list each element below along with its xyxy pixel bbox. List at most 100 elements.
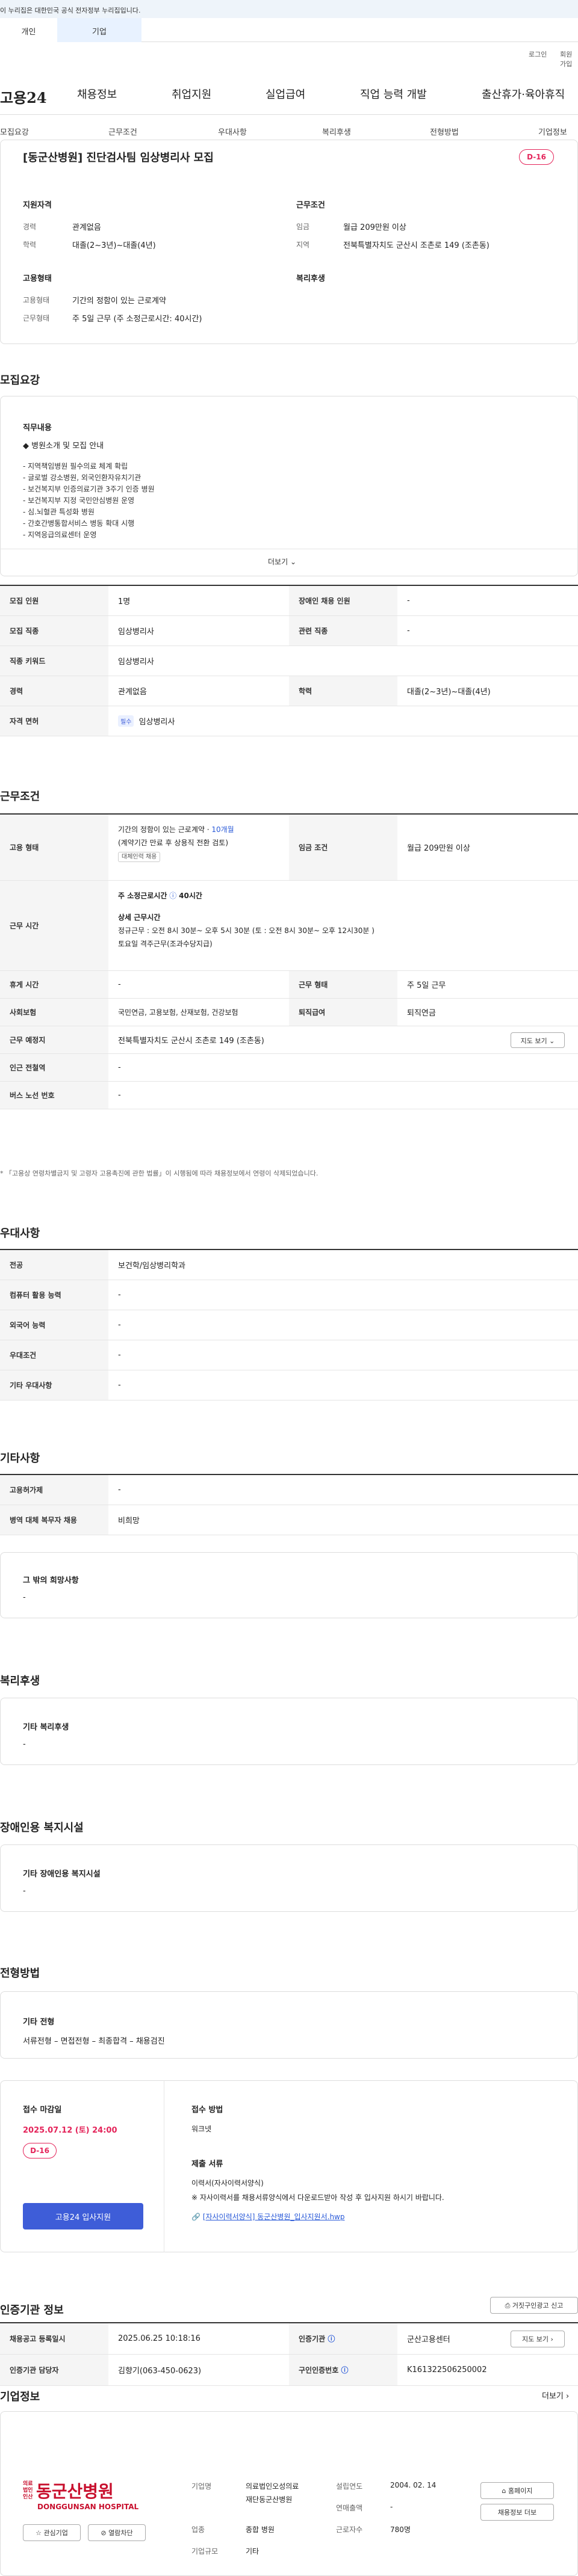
- method-value: 워크넷: [191, 2125, 212, 2133]
- th: 채용공고 등록일시: [0, 2323, 108, 2354]
- emp-note: (계약기간 만료 후 상용직 전환 검토): [118, 839, 228, 847]
- td: -: [118, 1351, 121, 1360]
- agency-title: 인증기관 정보: [0, 2304, 64, 2317]
- table-row: 고용 형태 기간의 정함이 있는 근로계약 · 10개월 (계약기간 만료 후 …: [0, 815, 578, 881]
- map-label: 지도 보기: [522, 2335, 549, 2343]
- td: 주 소정근로시간 ⓘ 40시간 상세 근무시간 정규근무 : 오전 8시 30분…: [108, 881, 578, 970]
- wage-label: 임금: [296, 223, 310, 231]
- snb-process[interactable]: 전형방법: [430, 126, 459, 137]
- agency-map-button[interactable]: 지도 보기 ›: [511, 2331, 565, 2347]
- pref-title: 우대사항: [0, 1227, 40, 1240]
- emptype-value: 기간의 정함이 있는 근로계약: [72, 297, 166, 306]
- recruit-table: 모집 인원 1명 장애인 채용 인원 - 모집 직종 임상병리사 관련 직종 -…: [0, 585, 578, 736]
- table-row: 경력 관계없음 학력 대졸(2~3년)~대졸(4년): [0, 676, 578, 706]
- required-tag: 필수: [118, 715, 134, 727]
- table-row: 인근 전철역 -: [0, 1054, 578, 1082]
- logo-prefix: 의료법인 인산: [23, 2480, 33, 2500]
- company-more-link[interactable]: 더보기 ›: [542, 2390, 569, 2401]
- site-logo[interactable]: 고용24: [0, 86, 47, 107]
- td: 관계없음: [118, 688, 147, 697]
- td: -: [118, 1063, 121, 1072]
- snb-recruit[interactable]: 모집요강: [0, 126, 29, 137]
- block-button[interactable]: ⊘ 열람차단: [88, 2524, 146, 2541]
- th: 인증기관 ⓘ: [289, 2323, 397, 2354]
- more-label: 더보기: [268, 558, 288, 566]
- docs-heading: 제출 서류: [191, 2160, 223, 2169]
- gnb-item-support[interactable]: 취업지원: [172, 86, 211, 102]
- login-link[interactable]: 로그인: [529, 49, 547, 59]
- ind-value: 종합 병원: [246, 2525, 275, 2534]
- disability-value: -: [23, 1887, 26, 1896]
- info-icon[interactable]: ⓘ: [169, 892, 176, 900]
- report-button[interactable]: ⎙ 거짓구인광고 신고: [490, 2297, 578, 2314]
- worktype-value: 주 5일 근무 (주 소정근로시간: 40시간): [72, 315, 202, 324]
- tab-corp[interactable]: 기업: [57, 18, 141, 42]
- table-row: 근무 시간 주 소정근로시간 ⓘ 40시간 상세 근무시간 정규근무 : 오전 …: [0, 881, 578, 971]
- snb-work[interactable]: 근무조건: [108, 126, 137, 137]
- emp-contract: 기간의 정함이 있는 근로계약 ·: [118, 825, 212, 834]
- user-type-tabs: 개인 기업: [0, 18, 578, 42]
- td: 1명: [118, 597, 131, 606]
- name-value2: 재단동군산병원: [246, 2495, 293, 2504]
- td: 주 5일 근무: [407, 981, 446, 990]
- td: 전북특별자치도 군산시 조촌로 149 (조촌동): [118, 1037, 264, 1046]
- snb-pref[interactable]: 우대사항: [218, 126, 247, 137]
- docs-file-link[interactable]: 🔗 [자사이력서양식] 동군산병원_입사지원서.hwp: [191, 2211, 345, 2222]
- snb-company[interactable]: 기업정보: [538, 126, 567, 137]
- name-label: 기업명: [191, 2482, 212, 2491]
- job-title: [동군산병원] 진단검사팀 임상병리사 모집: [23, 152, 214, 164]
- docs-note: ※ 자사이력서를 채용서류양식에서 다운로드받아 작성 후 입사지원 하시기 바…: [191, 2193, 444, 2202]
- block-icon: ⊘: [101, 2529, 107, 2537]
- info-icon[interactable]: ⓘ: [328, 2334, 335, 2344]
- interest-button[interactable]: ☆ 관심기업: [23, 2524, 81, 2541]
- report-label: 거짓구인광고 신고: [512, 2302, 564, 2309]
- replacement-tag: 대체인력 채용: [118, 852, 161, 862]
- th: 관련 직종: [289, 616, 397, 646]
- table-row: 컴퓨터 활용 능력 -: [0, 1280, 578, 1310]
- size-value: 기타: [246, 2547, 259, 2556]
- process-card: [0, 1991, 578, 2059]
- ind-label: 업종: [191, 2525, 205, 2534]
- logo-main: 동군산병원: [36, 2482, 114, 2501]
- print-icon: ⎙: [505, 2302, 511, 2309]
- company-logo: 의료법인 인산 동군산병원 DONGGUNSAN HOSPITAL: [23, 2479, 143, 2512]
- table-row: 인증기관 담당자 김향기(063-450-0623) 구인인증번호 ⓘ K161…: [0, 2355, 578, 2386]
- snb-welfare[interactable]: 복리후생: [322, 126, 351, 137]
- wage-value: 월급 209만원 이상: [343, 223, 406, 232]
- info-icon[interactable]: ⓘ: [341, 2365, 348, 2375]
- td: -: [118, 1381, 121, 1390]
- map-button[interactable]: 지도 보기 ⌄: [511, 1032, 565, 1048]
- gnb-item-jobs[interactable]: 채용정보: [77, 86, 117, 102]
- weekly-hours: 40시간: [179, 892, 202, 900]
- jobs-more-button[interactable]: 채용정보 더보: [480, 2504, 554, 2521]
- work-table: 고용 형태 기간의 정함이 있는 근로계약 · 10개월 (계약기간 만료 후 …: [0, 813, 578, 1138]
- etc-title: 기타사항: [0, 1452, 40, 1465]
- agency-label: 인증기관: [299, 2335, 326, 2343]
- career-value: 관계없음: [72, 223, 101, 232]
- emp-value: 780명: [390, 2525, 411, 2534]
- gnb-item-unemployment[interactable]: 실업급여: [266, 86, 305, 102]
- emp-period: 10개월: [211, 825, 234, 834]
- company-title: 기업정보: [0, 2391, 40, 2403]
- gnb-item-leave[interactable]: 출산휴가·육아휴직: [482, 86, 565, 102]
- gnb-item-training[interactable]: 직업 능력 개발: [360, 86, 427, 102]
- duty-more-button[interactable]: 더보기 ⌄: [268, 556, 296, 567]
- license-value: 임상병리사: [138, 718, 175, 727]
- tab-person[interactable]: 개인: [0, 18, 57, 42]
- agency-table: 채용공고 등록일시 2025.06.25 10:18:16 인증기관 ⓘ 군산고…: [0, 2322, 578, 2386]
- th: 직종 키워드: [0, 646, 108, 676]
- th: 인근 전철역: [0, 1054, 108, 1081]
- duty-line: - 지역응급의료센터 운영: [23, 531, 97, 539]
- weekly-hours-label: 주 소정근로시간: [118, 892, 167, 900]
- pref-table: 전공 보건학/임상병리학과 컴퓨터 활용 능력 - 외국어 능력 - 우대조건 - 기타…: [0, 1249, 578, 1400]
- docs-value: 이력서(자사이력서양식): [191, 2179, 264, 2187]
- th: 전공: [0, 1250, 108, 1280]
- th: 자격 면허: [0, 706, 108, 736]
- link-icon: 🔗: [191, 2213, 200, 2221]
- age-note: * 「고용상 연령차별금지 및 고령자 고용촉진에 관한 법률」이 시행됨에 따…: [0, 1169, 319, 1177]
- td: 보건학/임상병리학과: [118, 1262, 186, 1271]
- join-link[interactable]: 회원가입: [560, 49, 578, 69]
- apply-button[interactable]: 고용24 입사지원: [23, 2203, 143, 2229]
- th: 장애인 채용 인원: [289, 586, 397, 615]
- homepage-button[interactable]: ⌂ 홈페이지: [480, 2482, 554, 2499]
